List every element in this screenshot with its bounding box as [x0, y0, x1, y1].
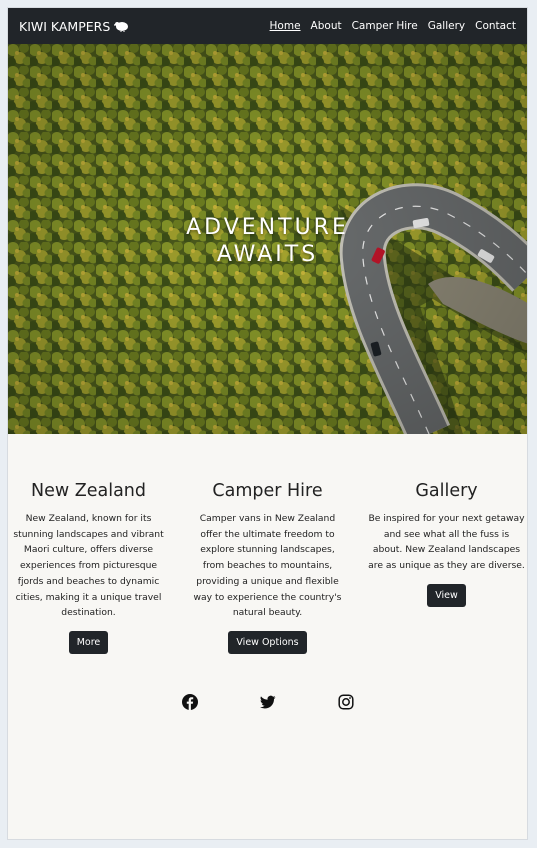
hero-banner: ADVENTURE AWAITS [8, 44, 527, 434]
twitter-icon[interactable] [259, 694, 276, 710]
card-title: New Zealand [31, 481, 146, 501]
nav-link-home[interactable]: Home [270, 20, 301, 32]
navbar: KIWI KAMPERS Home About Camper Hire Gall… [8, 8, 527, 44]
brand-name: KIWI KAMPERS [19, 18, 111, 34]
nav-link-camper-hire[interactable]: Camper Hire [352, 20, 418, 32]
card-title: Camper Hire [212, 481, 323, 501]
kiwi-bird-icon [114, 22, 129, 32]
feature-cards: New Zealand New Zealand, known for its s… [8, 434, 527, 654]
card-text: New Zealand, known for its stunning land… [13, 513, 164, 619]
instagram-icon[interactable] [337, 694, 354, 710]
nav-links: Home About Camper Hire Gallery Contact [270, 20, 516, 32]
card-gallery: Gallery Be inspired for your next getawa… [368, 481, 525, 654]
card-camper-hire: Camper Hire Camper vans in New Zealand o… [189, 481, 346, 654]
nav-link-gallery[interactable]: Gallery [428, 20, 465, 32]
hero-title: ADVENTURE AWAITS [8, 214, 527, 268]
brand-link[interactable]: KIWI KAMPERS [19, 19, 130, 34]
card-text: Camper vans in New Zealand offer the ult… [193, 513, 342, 619]
card-title: Gallery [415, 481, 478, 501]
hero-title-line-1: ADVENTURE [186, 215, 349, 240]
facebook-icon[interactable] [181, 694, 198, 710]
more-button[interactable]: More [68, 630, 109, 654]
nav-link-contact[interactable]: Contact [475, 20, 516, 32]
page: KIWI KAMPERS Home About Camper Hire Gall… [7, 7, 528, 840]
card-text: Be inspired for your next getaway and se… [368, 513, 525, 572]
hero-title-line-2: AWAITS [216, 242, 319, 267]
nav-link-about[interactable]: About [311, 20, 342, 32]
card-new-zealand: New Zealand New Zealand, known for its s… [10, 481, 167, 654]
view-button[interactable]: View [427, 583, 466, 607]
social-links [8, 694, 527, 710]
view-options-button[interactable]: View Options [228, 630, 307, 654]
